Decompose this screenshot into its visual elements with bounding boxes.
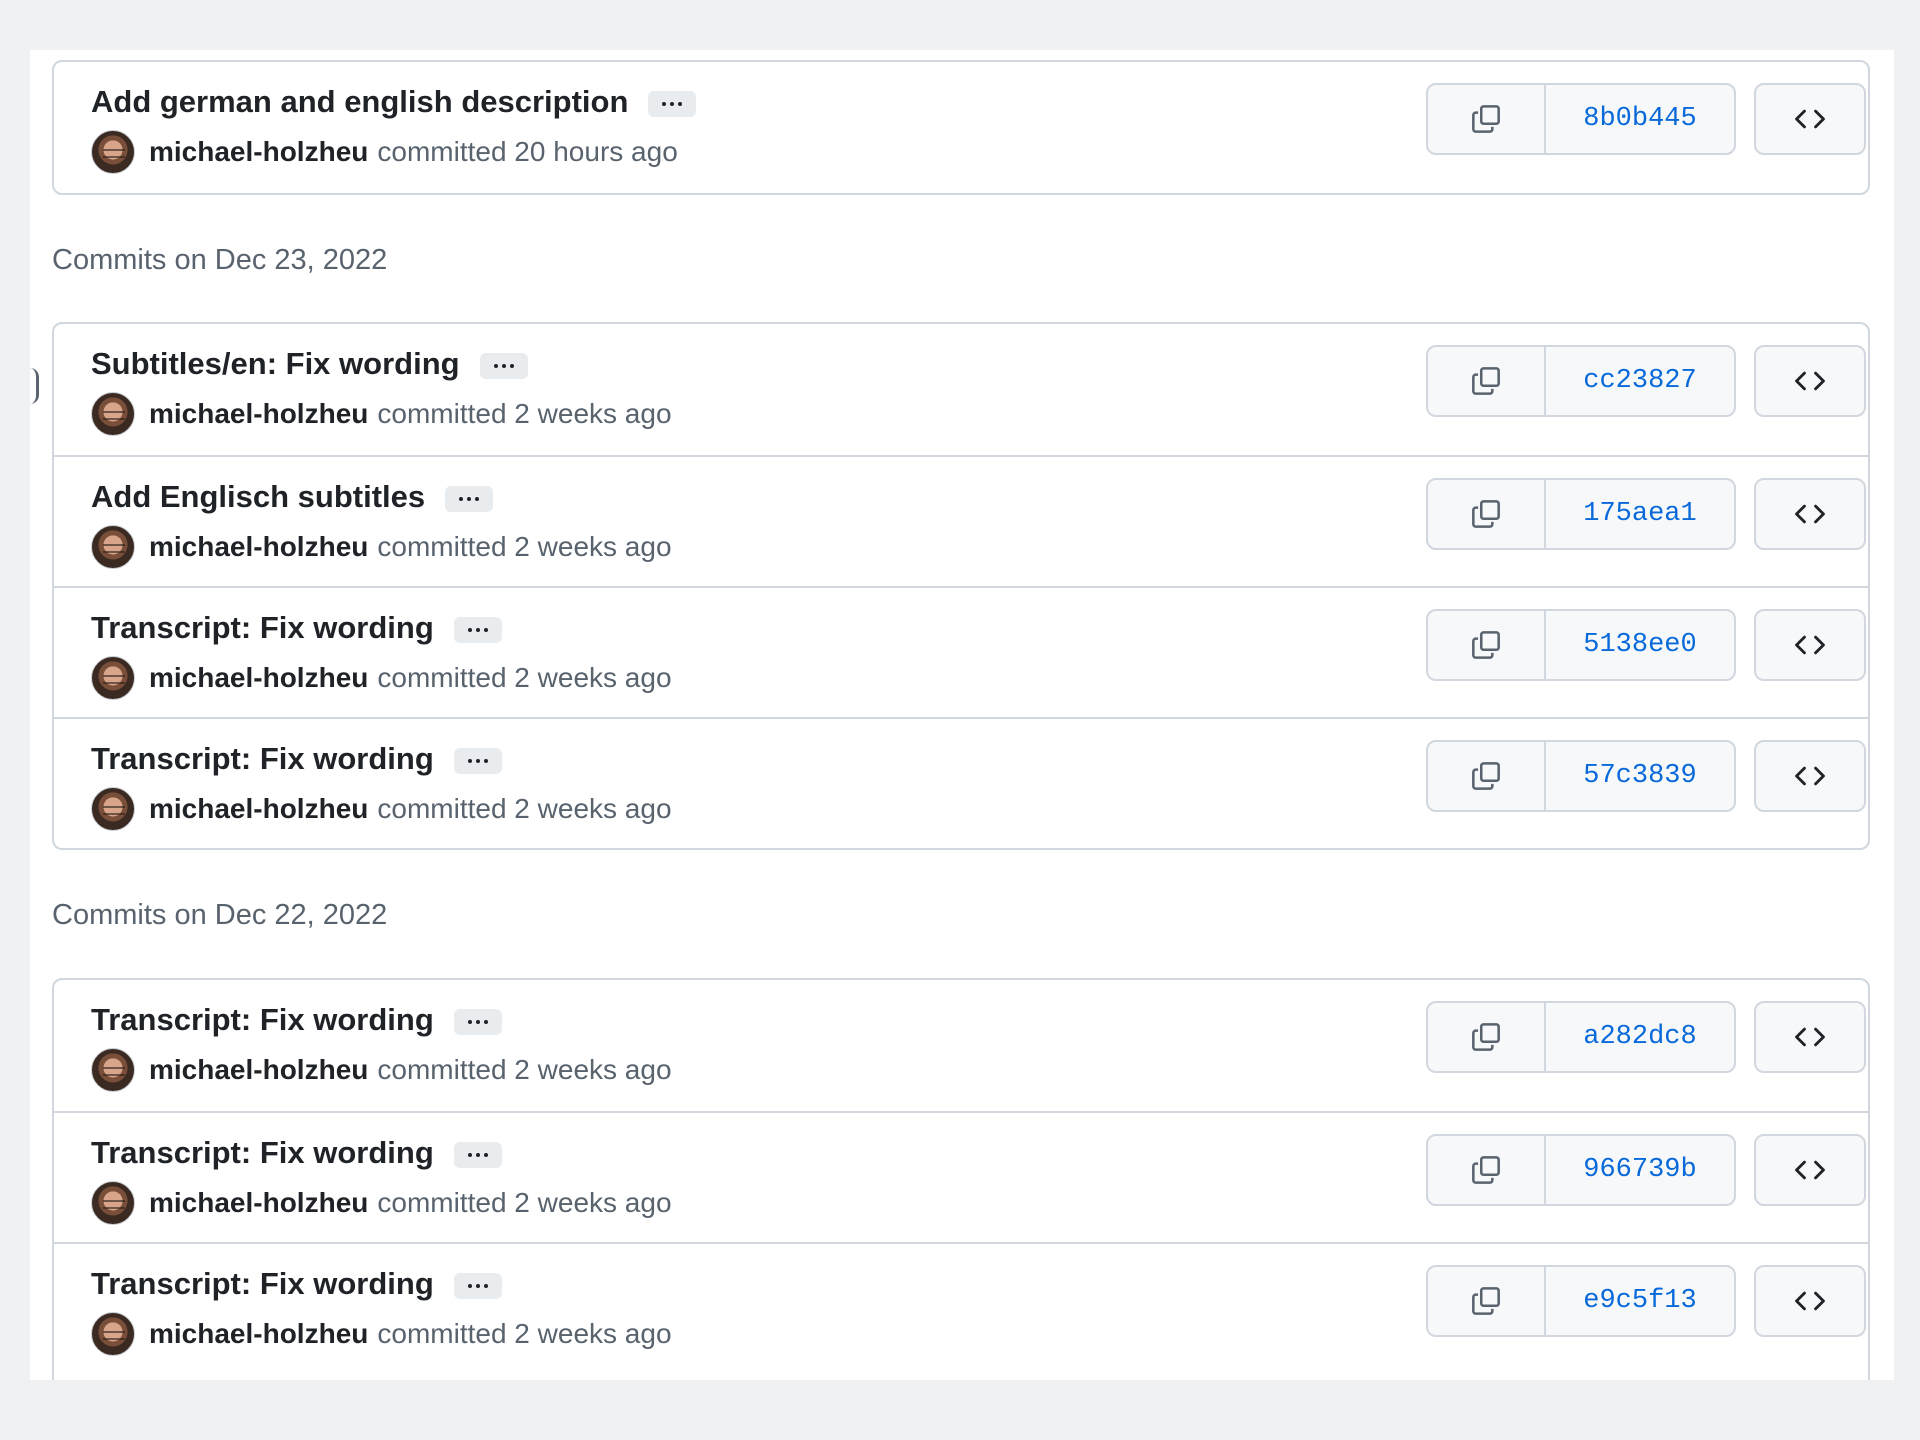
ellipsis-icon[interactable] xyxy=(445,486,494,512)
code-icon[interactable] xyxy=(1754,1265,1866,1337)
commit-sha-link[interactable]: 57c3839 xyxy=(1546,742,1734,810)
commit-author-link[interactable]: michael-holzheu xyxy=(149,136,368,168)
code-icon[interactable] xyxy=(1754,609,1866,681)
avatar[interactable] xyxy=(91,1048,135,1092)
commit-row: Transcript: Fix wording michael-holzheu … xyxy=(54,980,1868,1111)
ellipsis-icon[interactable] xyxy=(453,1273,502,1299)
commit-sha-button-group: 8b0b445 xyxy=(1426,83,1736,155)
commit-title-link[interactable]: Transcript: Fix wording xyxy=(91,1266,434,1302)
code-icon[interactable] xyxy=(1754,83,1866,155)
day-heading: Commits on Dec 23, 2022 xyxy=(52,244,388,276)
copy-icon[interactable] xyxy=(1428,1267,1546,1335)
commit-sha-link[interactable]: 8b0b445 xyxy=(1546,85,1734,153)
commit-author-link[interactable]: michael-holzheu xyxy=(149,793,368,825)
ellipsis-icon[interactable] xyxy=(453,748,502,774)
commit-sha-link[interactable]: e9c5f13 xyxy=(1546,1267,1734,1335)
avatar[interactable] xyxy=(91,1181,135,1225)
copy-icon[interactable] xyxy=(1428,1136,1546,1204)
code-icon[interactable] xyxy=(1754,345,1866,417)
commit-title-link[interactable]: Transcript: Fix wording xyxy=(91,610,434,646)
commit-sha-button-group: 175aea1 xyxy=(1426,478,1736,550)
commit-author-link[interactable]: michael-holzheu xyxy=(149,1054,368,1086)
ellipsis-icon[interactable] xyxy=(453,1142,502,1168)
commit-list-group-0: Add german and english description micha… xyxy=(52,60,1870,195)
commit-author-link[interactable]: michael-holzheu xyxy=(149,1187,368,1219)
commit-title-link[interactable]: Transcript: Fix wording xyxy=(91,1135,434,1171)
commit-sha-link[interactable]: 175aea1 xyxy=(1546,480,1734,548)
commit-row: Subtitles/en: Fix wording michael-holzhe… xyxy=(54,324,1868,455)
commit-title-link[interactable]: Transcript: Fix wording xyxy=(91,741,434,777)
commit-sha-link[interactable]: 5138ee0 xyxy=(1546,611,1734,679)
commit-row: Transcript: Fix wording michael-holzheu … xyxy=(54,1111,1868,1242)
copy-icon[interactable] xyxy=(1428,480,1546,548)
copy-icon[interactable] xyxy=(1428,347,1546,415)
commit-row: Add german and english description micha… xyxy=(54,62,1868,193)
avatar[interactable] xyxy=(91,130,135,174)
commit-list-group-2: Transcript: Fix wording michael-holzheu … xyxy=(52,978,1870,1380)
commit-time: committed 2 weeks ago xyxy=(377,793,672,824)
commit-sha-link[interactable]: a282dc8 xyxy=(1546,1003,1734,1071)
commit-time: committed 2 weeks ago xyxy=(377,1318,672,1349)
commit-title-link[interactable]: Add german and english description xyxy=(91,84,628,120)
avatar[interactable] xyxy=(91,787,135,831)
ellipsis-icon[interactable] xyxy=(453,1009,502,1035)
commit-row: Add Englisch subtitles michael-holzheu c… xyxy=(54,455,1868,586)
commit-sha-button-group: cc23827 xyxy=(1426,345,1736,417)
commit-sha-button-group: 57c3839 xyxy=(1426,740,1736,812)
commit-title-link[interactable]: Add Englisch subtitles xyxy=(91,479,425,515)
avatar[interactable] xyxy=(91,656,135,700)
scroll-edge-indicator xyxy=(30,368,39,404)
commit-time: committed 2 weeks ago xyxy=(377,531,672,562)
commit-sha-button-group: e9c5f13 xyxy=(1426,1265,1736,1337)
commit-row: Transcript: Fix wording michael-holzheu … xyxy=(54,586,1868,717)
commit-author-link[interactable]: michael-holzheu xyxy=(149,1318,368,1350)
commit-author-link[interactable]: michael-holzheu xyxy=(149,398,368,430)
commit-time: committed 2 weeks ago xyxy=(377,1054,672,1085)
commit-sha-button-group: a282dc8 xyxy=(1426,1001,1736,1073)
commit-row: Transcript: Fix wording michael-holzheu … xyxy=(54,717,1868,848)
commit-time: committed 2 weeks ago xyxy=(377,1187,672,1218)
commit-sha-button-group: 966739b xyxy=(1426,1134,1736,1206)
commit-history-panel: Add german and english description micha… xyxy=(30,50,1894,1380)
commit-author-link[interactable]: michael-holzheu xyxy=(149,531,368,563)
code-icon[interactable] xyxy=(1754,478,1866,550)
commit-sha-link[interactable]: 966739b xyxy=(1546,1136,1734,1204)
commit-row: Transcript: Fix wording michael-holzheu … xyxy=(54,1242,1868,1373)
copy-icon[interactable] xyxy=(1428,1003,1546,1071)
commit-sha-button-group: 5138ee0 xyxy=(1426,609,1736,681)
code-icon[interactable] xyxy=(1754,1134,1866,1206)
code-icon[interactable] xyxy=(1754,1001,1866,1073)
commit-title-link[interactable]: Subtitles/en: Fix wording xyxy=(91,346,460,382)
avatar[interactable] xyxy=(91,1312,135,1356)
ellipsis-icon[interactable] xyxy=(648,91,697,117)
commit-author-link[interactable]: michael-holzheu xyxy=(149,662,368,694)
commit-time: committed 2 weeks ago xyxy=(377,398,672,429)
avatar[interactable] xyxy=(91,525,135,569)
day-heading: Commits on Dec 22, 2022 xyxy=(52,899,388,931)
commit-time: committed 2 weeks ago xyxy=(377,662,672,693)
commit-list-group-1: Subtitles/en: Fix wording michael-holzhe… xyxy=(52,322,1870,850)
copy-icon[interactable] xyxy=(1428,85,1546,153)
copy-icon[interactable] xyxy=(1428,611,1546,679)
commit-time: committed 20 hours ago xyxy=(377,136,678,167)
ellipsis-icon[interactable] xyxy=(453,617,502,643)
ellipsis-icon[interactable] xyxy=(479,353,528,379)
copy-icon[interactable] xyxy=(1428,742,1546,810)
commit-sha-link[interactable]: cc23827 xyxy=(1546,347,1734,415)
commit-title-link[interactable]: Transcript: Fix wording xyxy=(91,1002,434,1038)
code-icon[interactable] xyxy=(1754,740,1866,812)
avatar[interactable] xyxy=(91,392,135,436)
